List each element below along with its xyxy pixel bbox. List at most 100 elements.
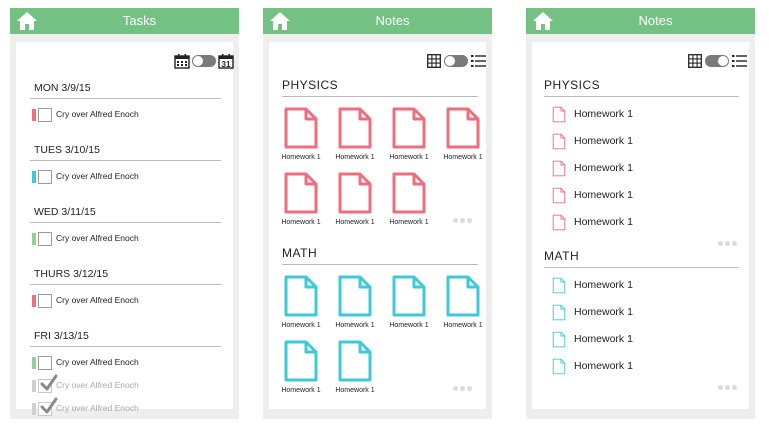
toggle-switch[interactable]: [192, 55, 216, 67]
task-item[interactable]: Cry over Alfred Enoch: [32, 170, 222, 184]
note-tile[interactable]: Homework 1: [385, 274, 433, 340]
section-title: MATH: [544, 249, 580, 263]
divider: [30, 160, 221, 161]
note-tile[interactable]: Homework 1: [277, 106, 325, 172]
tasks-screen: Tasks 31 MON 3/9/15 Cry over Alfred Enoch…: [10, 8, 239, 419]
divider: [282, 264, 478, 265]
more-dots-icon[interactable]: [453, 378, 474, 396]
day-header: TUES 3/10/15: [34, 144, 100, 156]
task-checkbox[interactable]: [38, 232, 52, 246]
file-icon: [338, 275, 372, 317]
divider: [30, 98, 221, 99]
note-tile[interactable]: Homework 1: [439, 106, 487, 172]
task-checkbox[interactable]: [38, 356, 52, 370]
notes-header: Notes: [263, 8, 492, 34]
task-label: Cry over Alfred Enoch: [56, 109, 139, 119]
file-icon: [284, 107, 318, 149]
file-icon: [446, 275, 480, 317]
divider: [30, 284, 221, 285]
note-row[interactable]: Homework 1: [552, 106, 702, 124]
note-tile[interactable]: Homework 1: [331, 274, 379, 340]
file-icon: [552, 187, 566, 204]
task-item[interactable]: Cry over Alfred Enoch: [32, 356, 222, 370]
day-header: FRI 3/13/15: [34, 330, 89, 342]
note-row[interactable]: Homework 1: [552, 304, 702, 322]
task-item[interactable]: Cry over Alfred Enoch: [32, 397, 222, 416]
file-icon: [552, 160, 566, 177]
note-title: Homework 1: [574, 216, 633, 228]
toggle-switch[interactable]: [705, 55, 729, 67]
note-tile[interactable]: Homework 1: [277, 339, 325, 405]
file-icon: [552, 106, 566, 123]
note-tile[interactable]: Homework 1: [277, 171, 325, 237]
task-label: Cry over Alfred Enoch: [56, 233, 139, 243]
note-title: Homework 1: [574, 279, 633, 291]
note-row[interactable]: Homework 1: [552, 214, 702, 232]
note-title: Homework 1: [389, 322, 429, 329]
grid-view-icon[interactable]: [688, 54, 702, 68]
tasks-list: 31 MON 3/9/15 Cry over Alfred Enoch TUES 3…: [16, 42, 234, 416]
task-item[interactable]: Cry over Alfred Enoch: [32, 374, 222, 393]
section-title: MATH: [282, 246, 318, 260]
note-title: Homework 1: [281, 219, 321, 226]
note-row[interactable]: Homework 1: [552, 358, 702, 376]
task-color-tag: [32, 171, 36, 183]
grid-view-icon[interactable]: [427, 54, 441, 68]
note-row[interactable]: Homework 1: [552, 133, 702, 151]
toggle-switch[interactable]: [444, 55, 468, 67]
file-icon: [338, 107, 372, 149]
file-icon: [284, 340, 318, 382]
task-color-tag: [32, 295, 36, 307]
note-row[interactable]: Homework 1: [552, 187, 702, 205]
svg-text:31: 31: [222, 60, 231, 69]
list-view-icon[interactable]: [471, 54, 486, 68]
divider: [30, 222, 221, 223]
note-title: Homework 1: [574, 162, 633, 174]
note-title: Homework 1: [443, 154, 483, 161]
home-icon[interactable]: [532, 11, 554, 31]
page-title: Tasks: [122, 13, 157, 28]
notes-grid-screen: Notes PHYSICS Homework 1 Homework 1 Homewor…: [263, 8, 492, 419]
task-checkbox[interactable]: [38, 170, 52, 184]
note-title: Homework 1: [574, 306, 633, 318]
file-icon: [392, 172, 426, 214]
day-header: MON 3/9/15: [34, 82, 91, 94]
note-tile[interactable]: Homework 1: [331, 106, 379, 172]
task-checkbox[interactable]: [38, 294, 52, 308]
note-title: Homework 1: [281, 154, 321, 161]
file-icon: [552, 214, 566, 231]
file-icon: [552, 304, 566, 321]
note-row[interactable]: Homework 1: [552, 331, 702, 349]
notes-list-screen: Notes PHYSICS Homework 1 Homework 1 Homewor…: [526, 8, 755, 419]
file-icon: [338, 172, 372, 214]
task-checkbox[interactable]: [38, 108, 52, 122]
calendar-week-icon[interactable]: [174, 53, 190, 69]
file-icon: [552, 358, 566, 375]
note-tile[interactable]: Homework 1: [331, 171, 379, 237]
note-title: Homework 1: [335, 322, 375, 329]
calendar-day-icon[interactable]: 31: [218, 53, 234, 69]
note-tile[interactable]: Homework 1: [385, 106, 433, 172]
home-icon[interactable]: [269, 11, 291, 31]
section-title: PHYSICS: [544, 78, 601, 92]
list-view-icon[interactable]: [732, 54, 747, 68]
task-label: Cry over Alfred Enoch: [56, 380, 139, 390]
note-tile[interactable]: Homework 1: [331, 339, 379, 405]
task-item[interactable]: Cry over Alfred Enoch: [32, 294, 222, 308]
more-dots-icon[interactable]: [718, 233, 739, 251]
more-dots-icon[interactable]: [453, 210, 474, 228]
note-tile[interactable]: Homework 1: [385, 171, 433, 237]
file-icon: [446, 107, 480, 149]
notes-list: PHYSICS Homework 1 Homework 1 Homework 1 Hom…: [532, 42, 749, 409]
task-item[interactable]: Cry over Alfred Enoch: [32, 108, 222, 122]
note-title: Homework 1: [574, 189, 633, 201]
more-dots-icon[interactable]: [718, 377, 739, 395]
note-tile[interactable]: Homework 1: [439, 274, 487, 340]
note-row[interactable]: Homework 1: [552, 277, 702, 295]
task-color-tag: [32, 109, 36, 121]
home-icon[interactable]: [16, 11, 38, 31]
task-item[interactable]: Cry over Alfred Enoch: [32, 232, 222, 246]
note-row[interactable]: Homework 1: [552, 160, 702, 178]
note-tile[interactable]: Homework 1: [277, 274, 325, 340]
checkmark-icon: [40, 374, 58, 391]
